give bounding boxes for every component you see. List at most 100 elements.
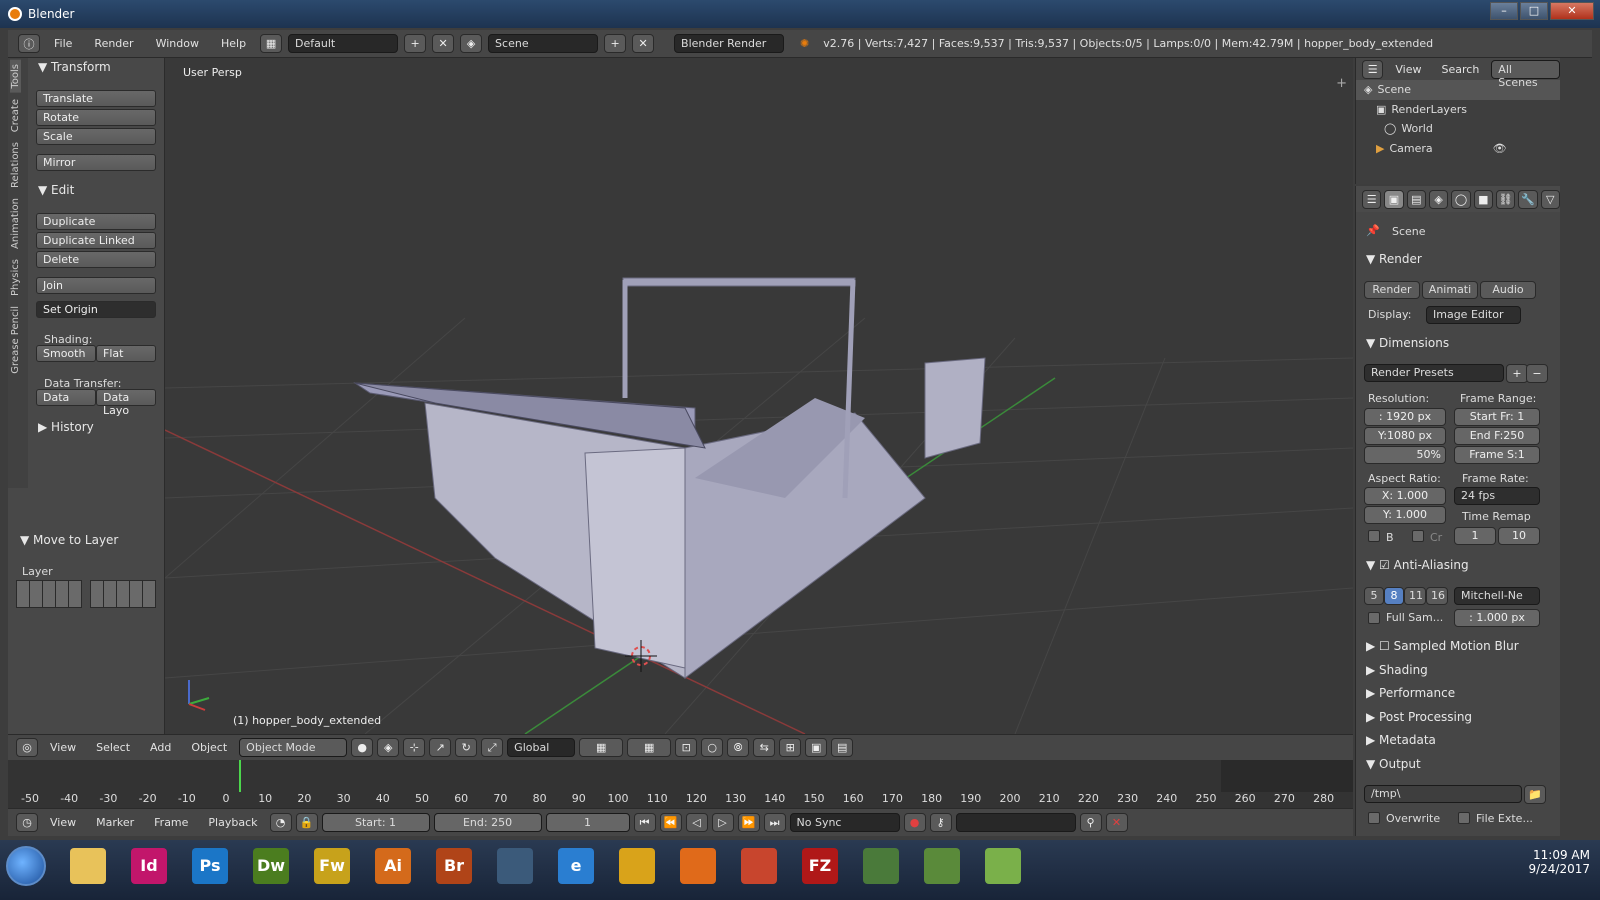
output-panel-header[interactable]: ▼ Output [1366, 757, 1421, 771]
taskbar-photoshop-icon[interactable]: Ps [192, 848, 228, 884]
tab-physics[interactable]: Physics [10, 255, 21, 300]
jump-start-icon[interactable]: ⏮ [633, 813, 656, 832]
taskbar-indesign-icon[interactable]: Id [131, 848, 167, 884]
proportional-edit-icon[interactable]: ○ [701, 738, 724, 757]
add-scene-icon[interactable]: + [604, 34, 627, 53]
frame-rate-select[interactable]: 24 fps [1454, 487, 1540, 505]
timeline-editor-type-icon[interactable]: ◷ [16, 813, 38, 832]
aa-filter-select[interactable]: Mitchell-Ne [1454, 587, 1540, 605]
object-context-icon[interactable]: ■ [1473, 189, 1493, 209]
snap-icon[interactable]: ⦾ [727, 738, 750, 757]
end-frame-prop[interactable]: End F:250 [1454, 427, 1540, 445]
lock-time-icon[interactable]: 🔒 [295, 813, 318, 832]
translate-manipulator-icon[interactable]: ↗ [429, 738, 452, 757]
outliner-row-renderlayers[interactable]: ▣ RenderLayers [1356, 100, 1560, 120]
start-frame-prop[interactable]: Start Fr: 1 [1454, 408, 1540, 426]
vp-menu-view[interactable]: View [42, 741, 84, 754]
editor-type-icon[interactable]: ◎ [16, 738, 38, 757]
layer-grid-left[interactable] [16, 580, 82, 608]
metadata-panel-header[interactable]: ▶ Metadata [1366, 733, 1436, 747]
outliner-display-mode[interactable]: All Scenes [1491, 59, 1560, 89]
properties-editor-type-icon[interactable]: ☰ [1362, 189, 1382, 209]
outliner-view-menu[interactable]: View [1387, 63, 1429, 76]
add-preset-icon[interactable]: + [1506, 364, 1528, 383]
scale-button[interactable]: Scale [36, 128, 156, 145]
filter-size-field[interactable]: : 1.000 px [1454, 609, 1540, 627]
constraints-context-icon[interactable]: ⛓ [1495, 189, 1516, 209]
dimensions-panel-header[interactable]: ▼ Dimensions [1366, 336, 1449, 350]
resolution-y-field[interactable]: Y:1080 px [1364, 427, 1446, 445]
timeline[interactable]: -50 -40 -30 -20 -10 0 10 20 30 40 50 60 70 80 90 100 110… [8, 760, 1353, 808]
full-sample-checkbox[interactable] [1368, 612, 1380, 624]
aspect-x-field[interactable]: X: 1.000 [1364, 487, 1446, 505]
start-button[interactable] [6, 846, 46, 886]
taskbar-fireworks-icon[interactable]: Fw [314, 848, 350, 884]
render-icon[interactable]: ▣ [805, 738, 828, 757]
data-button[interactable]: Data [36, 389, 96, 406]
lock-camera-icon[interactable]: ⊡ [675, 738, 698, 757]
manipulator-icon[interactable]: ⊹ [403, 738, 426, 757]
resolution-x-field[interactable]: : 1920 px [1364, 408, 1446, 426]
set-origin-select[interactable]: Set Origin [36, 301, 156, 318]
aspect-y-field[interactable]: Y: 1.000 [1364, 506, 1446, 524]
menu-render[interactable]: Render [86, 37, 141, 50]
scene-select[interactable]: Scene [488, 34, 599, 53]
taskbar-minecraft-launcher-icon[interactable] [863, 848, 899, 884]
move-to-layer-header[interactable]: ▼ Move to Layer [20, 533, 118, 547]
frame-step-prop[interactable]: Frame S:1 [1454, 446, 1540, 464]
display-select[interactable]: Image Editor [1426, 306, 1521, 324]
layers-icon-2[interactable]: ▦ [627, 738, 672, 757]
scene-icon[interactable]: ◈ [460, 34, 483, 53]
renderlayers-context-icon[interactable]: ▤ [1406, 189, 1426, 209]
tab-relations[interactable]: Relations [10, 138, 21, 192]
insert-keyframe-icon[interactable]: ⚲ [1079, 813, 1102, 832]
file-extensions-checkbox[interactable] [1458, 812, 1470, 824]
keying-set-icon[interactable]: ⚷ [929, 813, 952, 832]
start-frame-field[interactable]: Start: 1 [321, 813, 430, 832]
aa-samples-5[interactable]: 5 [1364, 587, 1384, 605]
tl-menu-view[interactable]: View [42, 816, 84, 829]
duplicate-button[interactable]: Duplicate [36, 213, 156, 230]
anti-aliasing-panel-header[interactable]: ▼ ☑ Anti-Aliasing [1366, 558, 1469, 572]
scene-context-icon[interactable]: ◈ [1428, 189, 1449, 209]
overwrite-checkbox[interactable] [1368, 812, 1380, 824]
taskbar-blender-icon[interactable] [497, 848, 533, 884]
duplicate-linked-button[interactable]: Duplicate Linked [36, 232, 156, 249]
tab-animation[interactable]: Animation [10, 194, 21, 253]
outliner-search-menu[interactable]: Search [1434, 63, 1488, 76]
shading-panel-header[interactable]: ▶ Shading [1366, 663, 1428, 677]
delete-button[interactable]: Delete [36, 251, 156, 268]
vp-menu-select[interactable]: Select [88, 741, 138, 754]
viewport-expand-icon[interactable]: + [1336, 76, 1347, 91]
post-processing-panel-header[interactable]: ▶ Post Processing [1366, 710, 1472, 724]
vp-menu-add[interactable]: Add [142, 741, 179, 754]
keying-set-select[interactable] [955, 813, 1076, 832]
taskbar-internet-explorer-icon[interactable]: e [558, 848, 594, 884]
render-context-icon[interactable]: ▣ [1384, 189, 1404, 209]
audio-button[interactable]: Audio [1480, 281, 1536, 299]
aa-samples-16[interactable]: 16 [1426, 587, 1448, 605]
viewport-shading-icon[interactable]: ● [351, 738, 374, 757]
taskbar-chrome-icon[interactable] [619, 848, 655, 884]
outliner-editor-type-icon[interactable]: ☰ [1362, 59, 1384, 79]
remove-layout-icon[interactable]: ✕ [432, 34, 455, 53]
translate-button[interactable]: Translate [36, 90, 156, 107]
end-frame-field[interactable]: End: 250 [433, 813, 542, 832]
flat-button[interactable]: Flat [96, 345, 156, 362]
render-presets-select[interactable]: Render Presets [1364, 364, 1504, 382]
border-checkbox[interactable] [1368, 530, 1380, 542]
play-icon[interactable]: ▷ [711, 813, 734, 832]
current-frame-field[interactable]: 1 [545, 813, 630, 832]
transform-orientation-select[interactable]: Global [507, 738, 576, 757]
browse-folder-icon[interactable]: 📁 [1524, 785, 1546, 804]
tab-create[interactable]: Create [10, 95, 21, 136]
add-layout-icon[interactable]: + [404, 34, 427, 53]
playhead[interactable] [239, 760, 241, 792]
time-remap-new-field[interactable]: 10 [1498, 527, 1540, 545]
screen-layout-icon[interactable]: ▦ [260, 34, 283, 53]
animation-button[interactable]: Animati [1422, 281, 1478, 299]
jump-end-icon[interactable]: ⏭ [763, 813, 786, 832]
data-layout-button[interactable]: Data Layo [96, 389, 156, 417]
data-context-icon[interactable]: ▽ [1540, 189, 1560, 209]
menu-help[interactable]: Help [213, 37, 254, 50]
